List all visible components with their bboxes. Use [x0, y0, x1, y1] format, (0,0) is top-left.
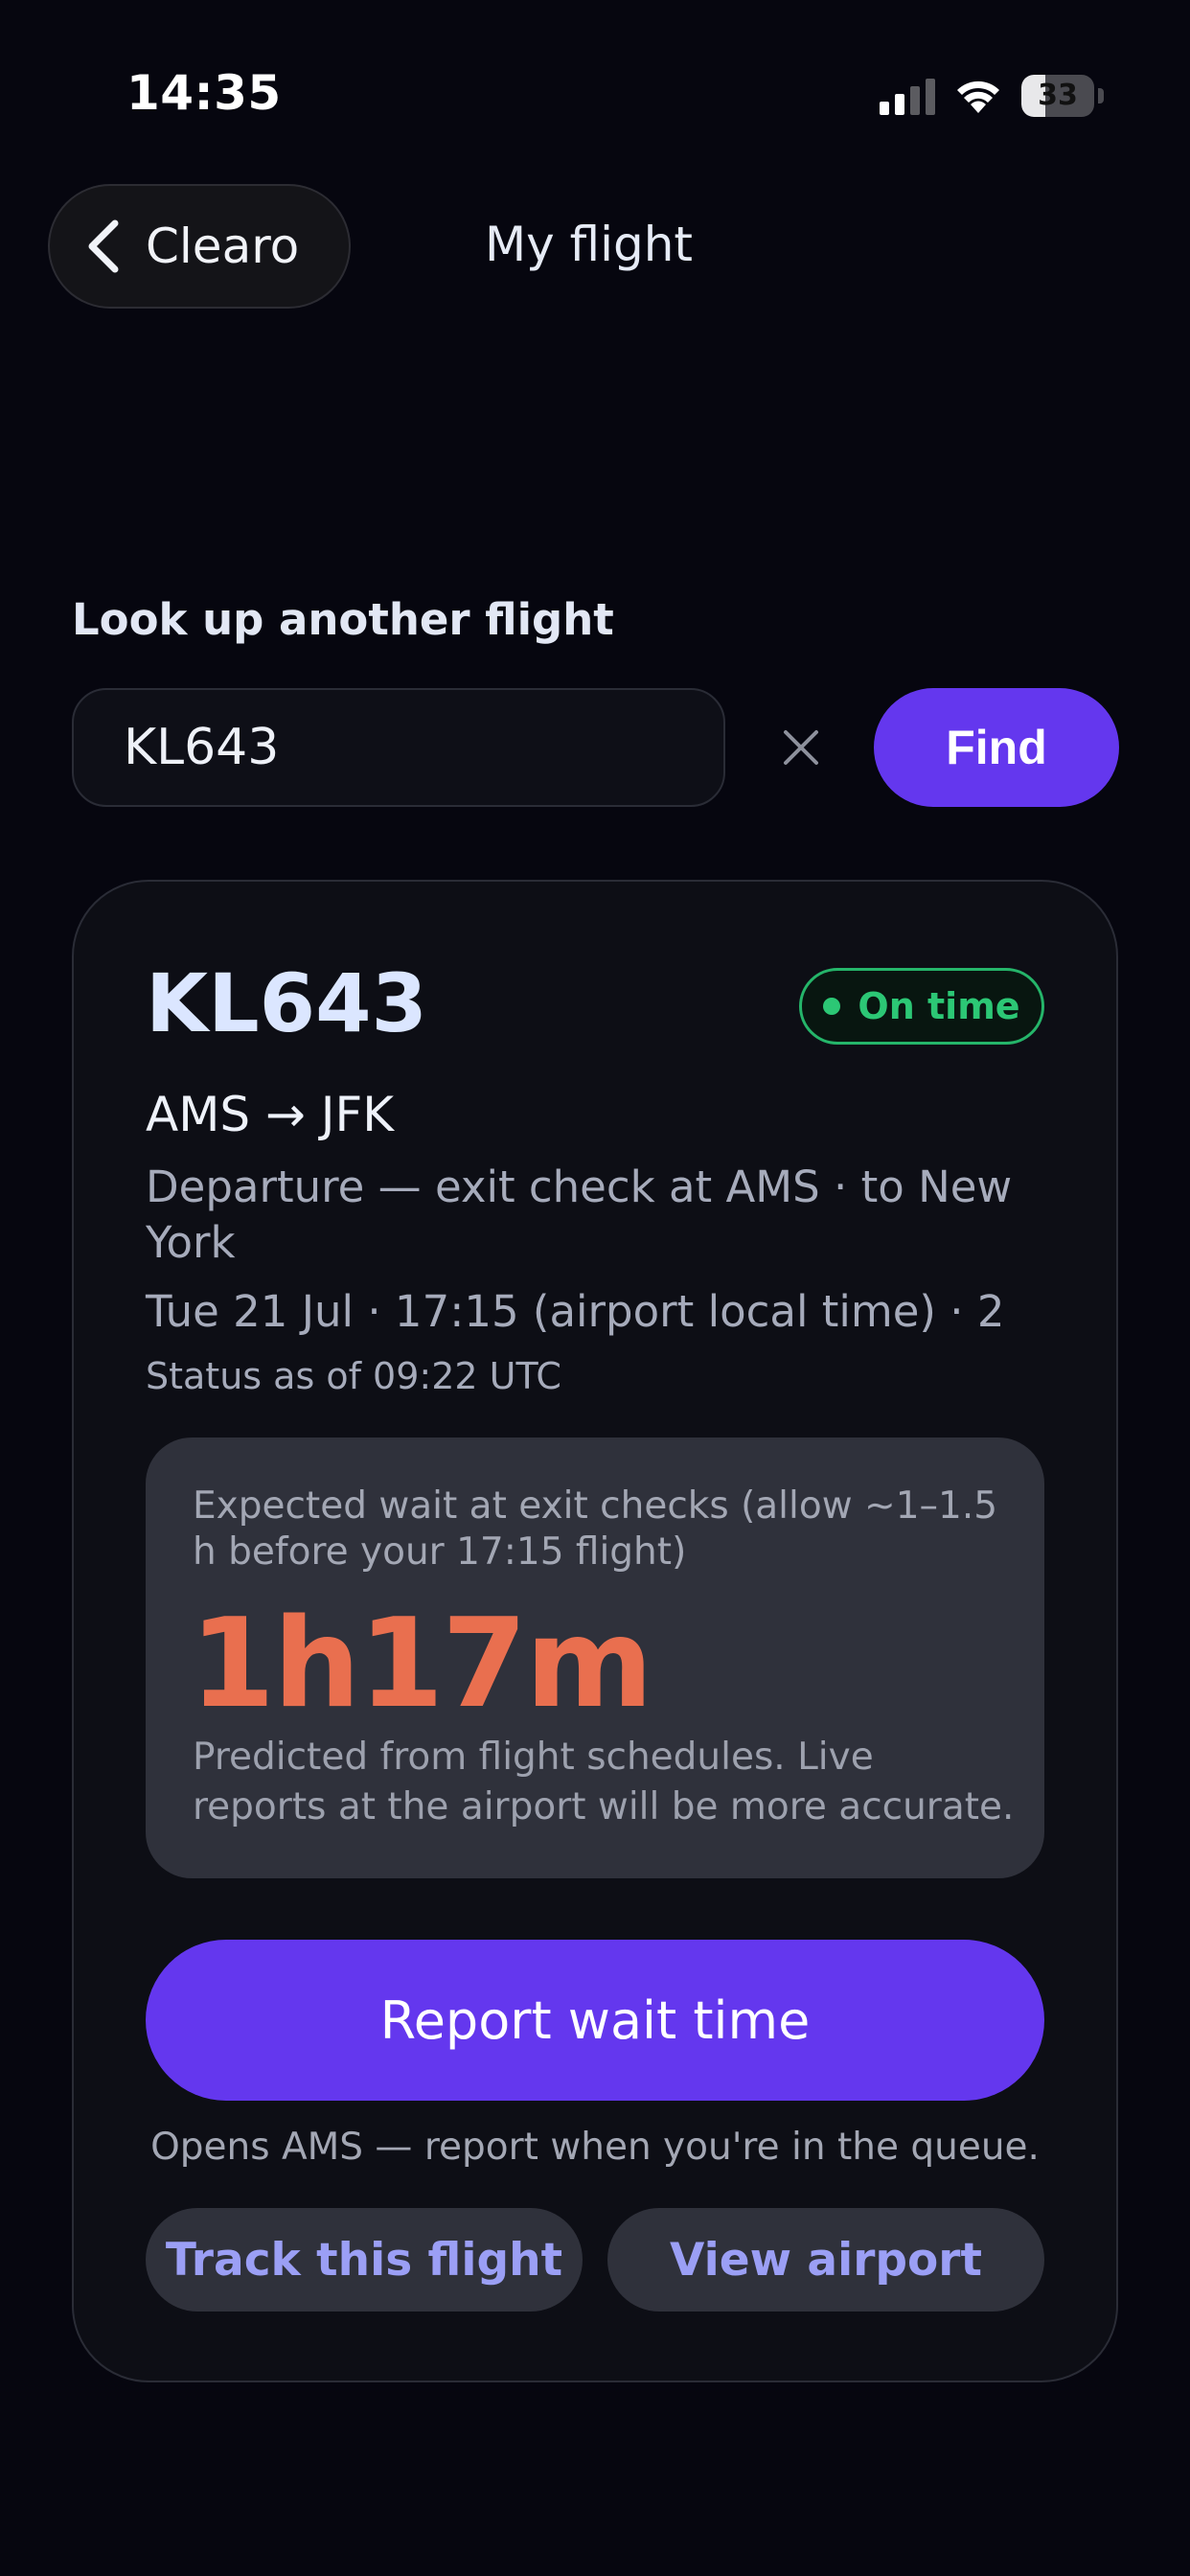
back-button-label: Clearo: [146, 218, 300, 274]
view-airport-button[interactable]: View airport: [607, 2208, 1044, 2312]
flight-route: AMS → JFK: [146, 1087, 395, 1142]
flight-search-input[interactable]: [72, 688, 725, 807]
page-title: My flight: [485, 217, 694, 272]
report-wait-time-button[interactable]: Report wait time: [146, 1940, 1044, 2101]
back-button[interactable]: Clearo: [48, 184, 351, 309]
close-icon[interactable]: [774, 721, 828, 774]
wifi-icon: [957, 80, 999, 113]
status-badge-label: On time: [858, 985, 1020, 1027]
report-hint: Opens AMS — report when you're in the qu…: [150, 2126, 1040, 2169]
battery-icon: 33: [1021, 75, 1108, 117]
find-button[interactable]: Find: [874, 688, 1119, 807]
signal-icon: [880, 79, 935, 115]
flight-datetime: Tue 21 Jul · 17:15 (airport local time) …: [146, 1286, 1005, 1337]
status-timestamp: Status as of 09:22 UTC: [146, 1355, 561, 1397]
flight-description: Departure — exit check at AMS · to New Y…: [146, 1162, 1013, 1268]
flight-code: KL643: [146, 956, 427, 1050]
wait-note: Predicted from flight schedules. Live re…: [193, 1736, 1015, 1828]
track-flight-button[interactable]: Track this flight: [146, 2208, 583, 2312]
chevron-left-icon: [88, 219, 119, 273]
lookup-label: Look up another flight: [72, 594, 614, 645]
wait-value: 1h17m: [190, 1593, 653, 1736]
status-time: 14:35: [126, 65, 282, 121]
battery-percent: 33: [1038, 79, 1078, 112]
status-dot-icon: [823, 998, 841, 1015]
status-badge: On time: [799, 968, 1044, 1045]
wait-label: Expected wait at exit checks (allow ~1–1…: [193, 1484, 998, 1574]
